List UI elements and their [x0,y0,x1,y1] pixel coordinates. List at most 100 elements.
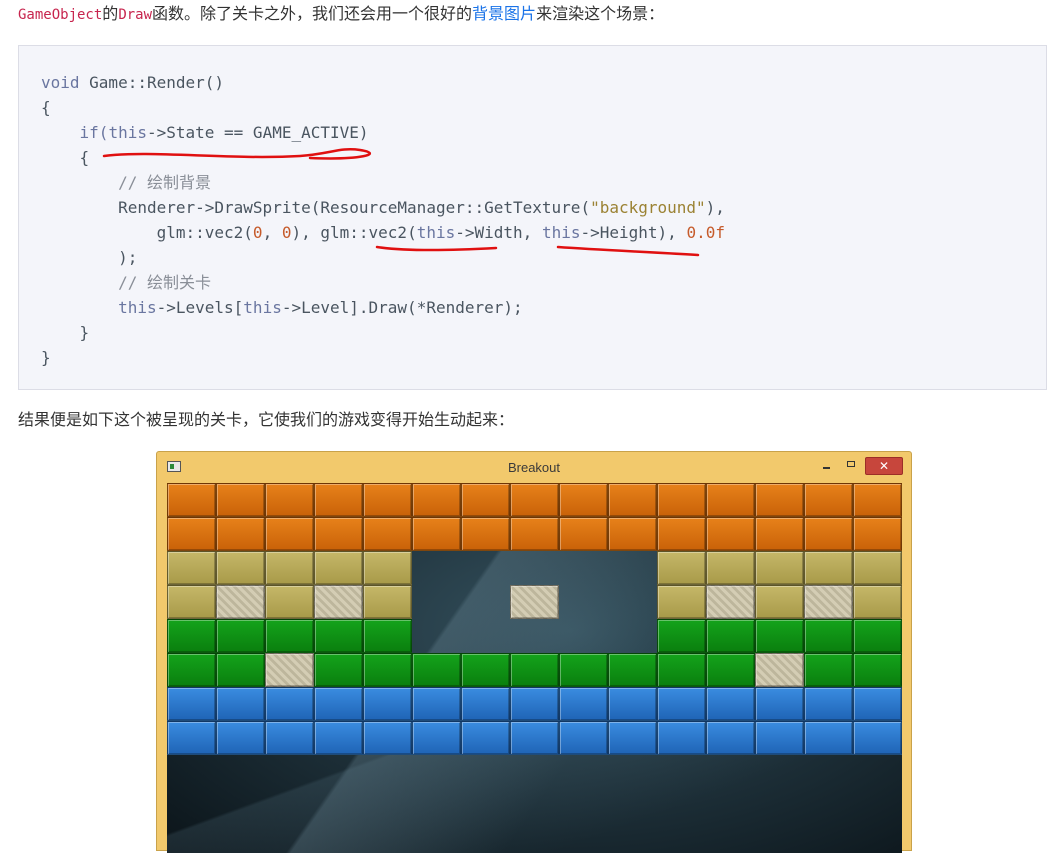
brick-green [804,653,853,687]
brick-orange [804,483,853,517]
brick-green [706,619,755,653]
brick-blue [216,687,265,721]
code-token: this [243,298,282,317]
maximize-button[interactable] [841,457,863,475]
code-token: , [262,223,282,242]
code-number: 0.0f [686,223,725,242]
brick-orange [608,483,657,517]
code-token: { [41,98,51,117]
intro-text-1: 的 [102,4,119,23]
brick-orange [657,483,706,517]
brick-orange [216,483,265,517]
code-token: } [79,323,90,342]
brick-blue [510,721,559,755]
brick-blue [804,687,853,721]
brick-green [510,653,559,687]
brick-green [216,653,265,687]
solid-brick [265,653,314,687]
brick-blue [265,721,314,755]
brick-green [265,619,314,653]
code-token: glm::vec2( [156,223,253,242]
code-token: ->State == GAME_ACTIVE) [146,123,369,142]
brick-blue [706,687,755,721]
brick-orange [363,483,412,517]
brick-tan [167,585,216,619]
brick-orange [657,517,706,551]
brick-green [167,619,216,653]
code-token: Game::Render() [79,73,225,92]
brick-blue [363,687,412,721]
brick-tan [363,551,412,585]
solid-brick [755,653,804,687]
brick-orange [412,517,461,551]
code-token: ->Height), [580,223,687,242]
code-token: this [118,298,157,317]
code-token: Renderer->DrawSprite(ResourceManager::Ge… [118,198,591,217]
brick-blue [804,721,853,755]
brick-tan [755,551,804,585]
brick-tan [167,551,216,585]
brick-orange [559,483,608,517]
window-title: Breakout [507,460,561,475]
brick-green [608,653,657,687]
code-token: void [41,73,80,92]
code-token: this [108,123,147,142]
brick-blue [853,687,902,721]
brick-blue [853,721,902,755]
brick-orange [412,483,461,517]
brick-orange [853,483,902,517]
brick-green [755,619,804,653]
brick-green [412,653,461,687]
brick-tan [216,551,265,585]
code-token: { [79,148,90,167]
breakout-window: Breakout ✕ [156,451,912,853]
minimize-button[interactable] [813,457,839,475]
brick-green [314,619,363,653]
window-titlebar[interactable]: Breakout ✕ [157,452,911,483]
intro-paragraph: GameObject的Draw函数。除了关卡之外，我们还会用一个很好的背景图片来… [18,2,664,27]
brick-orange [608,517,657,551]
brick-tan [853,551,902,585]
code-listing: void Game::Render() { if(this->State == … [41,70,725,370]
code-block: void Game::Render() { if(this->State == … [18,45,1047,390]
inline-code-draw: Draw [118,7,153,23]
brick-green [314,653,363,687]
code-comment: // 绘制背景 [118,173,211,192]
code-string: "background" [590,198,706,217]
brick-tan [853,585,902,619]
intro-text-3: 来渲染这个场景： [536,4,665,23]
code-token: ->Levels[ [156,298,244,317]
brick-blue [461,687,510,721]
code-token: ->Level].Draw(*Renderer); [281,298,523,317]
brick-orange [265,483,314,517]
brick-blue [265,687,314,721]
brick-orange [706,517,755,551]
intro-text-2: 函数。除了关卡之外，我们还会用一个很好的 [152,4,473,23]
brick-blue [363,721,412,755]
brick-green [804,619,853,653]
brick-blue [755,687,804,721]
result-paragraph: 结果便是如下这个被呈现的关卡，它使我们的游戏变得开始生动起来： [18,410,515,429]
solid-brick [314,585,363,619]
brick-blue [167,721,216,755]
brick-blue [510,687,559,721]
brick-orange [706,483,755,517]
close-button[interactable]: ✕ [865,457,903,475]
brick-orange [510,483,559,517]
brick-orange [314,517,363,551]
brick-green [657,619,706,653]
brick-green [853,653,902,687]
brick-orange [314,483,363,517]
code-number: 0 [252,223,263,242]
brick-orange [167,483,216,517]
brick-green [363,619,412,653]
brick-orange [510,517,559,551]
brick-tan [265,585,314,619]
background-image-link[interactable]: 背景图片 [472,4,536,23]
brick-green [706,653,755,687]
brick-orange [853,517,902,551]
brick-green [216,619,265,653]
brick-tan [755,585,804,619]
brick-orange [167,517,216,551]
brick-blue [559,721,608,755]
